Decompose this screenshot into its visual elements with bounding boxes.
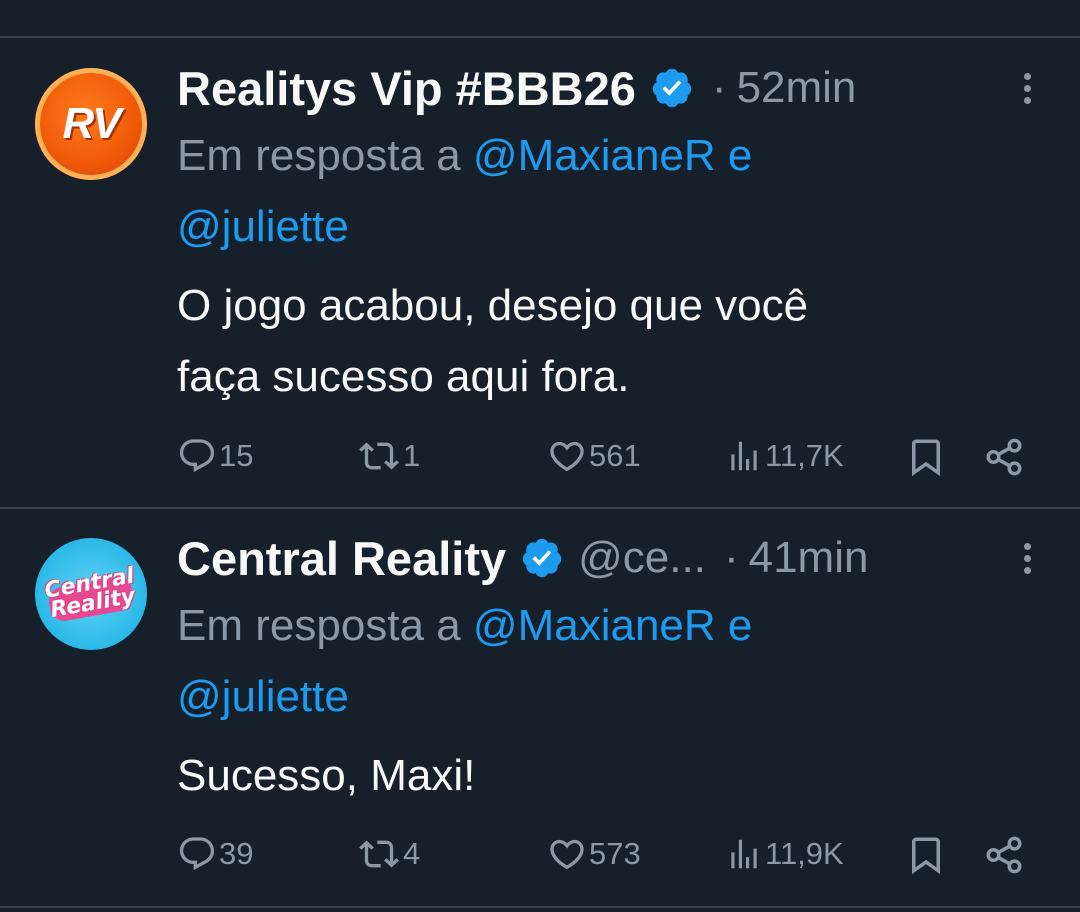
bookmark-icon	[912, 837, 940, 875]
reply-icon	[179, 837, 215, 871]
mention-maxianer[interactable]: @MaxianeR	[473, 601, 716, 650]
retweet-icon	[359, 840, 399, 868]
tweet-text: Sucesso, Maxi!	[177, 740, 1037, 811]
avatar[interactable]: Central Reality	[35, 538, 147, 650]
separator-dot: ·	[723, 533, 739, 582]
mention-conjunction: e	[727, 601, 753, 650]
author-handle[interactable]: @ce...	[578, 533, 706, 583]
reply-button[interactable]: 39	[177, 834, 253, 874]
bookmark-button[interactable]	[905, 834, 947, 876]
share-icon	[986, 836, 1022, 874]
author-name[interactable]: Central Reality	[177, 531, 506, 586]
timestamp[interactable]: 41min	[749, 533, 869, 583]
share-button[interactable]	[983, 834, 1025, 876]
tweet-header: Central Reality @ce... · 41min	[177, 528, 868, 588]
mention-juliette[interactable]: @juliette	[177, 672, 349, 721]
reply-count: 39	[219, 836, 254, 871]
reply-prefix: Em resposta a	[177, 601, 461, 650]
tweet-central-reality[interactable]: Central Reality Central Reality @ce... ·…	[0, 0, 1080, 912]
like-count: 573	[589, 836, 641, 871]
retweet-button[interactable]: 4	[357, 834, 420, 874]
heart-icon	[550, 839, 584, 870]
like-button[interactable]: 573	[547, 834, 641, 874]
bottom-divider	[0, 906, 1080, 908]
retweet-count: 4	[403, 836, 421, 871]
more-vertical-icon[interactable]	[1024, 538, 1032, 579]
views-button[interactable]: 11,9K	[725, 834, 844, 874]
avatar-logo-text: Central Reality	[42, 563, 139, 623]
views-icon	[731, 839, 757, 869]
verified-badge-icon	[522, 538, 562, 578]
views-count: 11,9K	[765, 836, 844, 871]
reply-context: Em resposta a @MaxianeR e @juliette	[177, 590, 1037, 732]
action-bar: 39 4 573 11,9K	[177, 834, 1037, 882]
tweet-text-line: Sucesso, Maxi!	[177, 751, 476, 800]
